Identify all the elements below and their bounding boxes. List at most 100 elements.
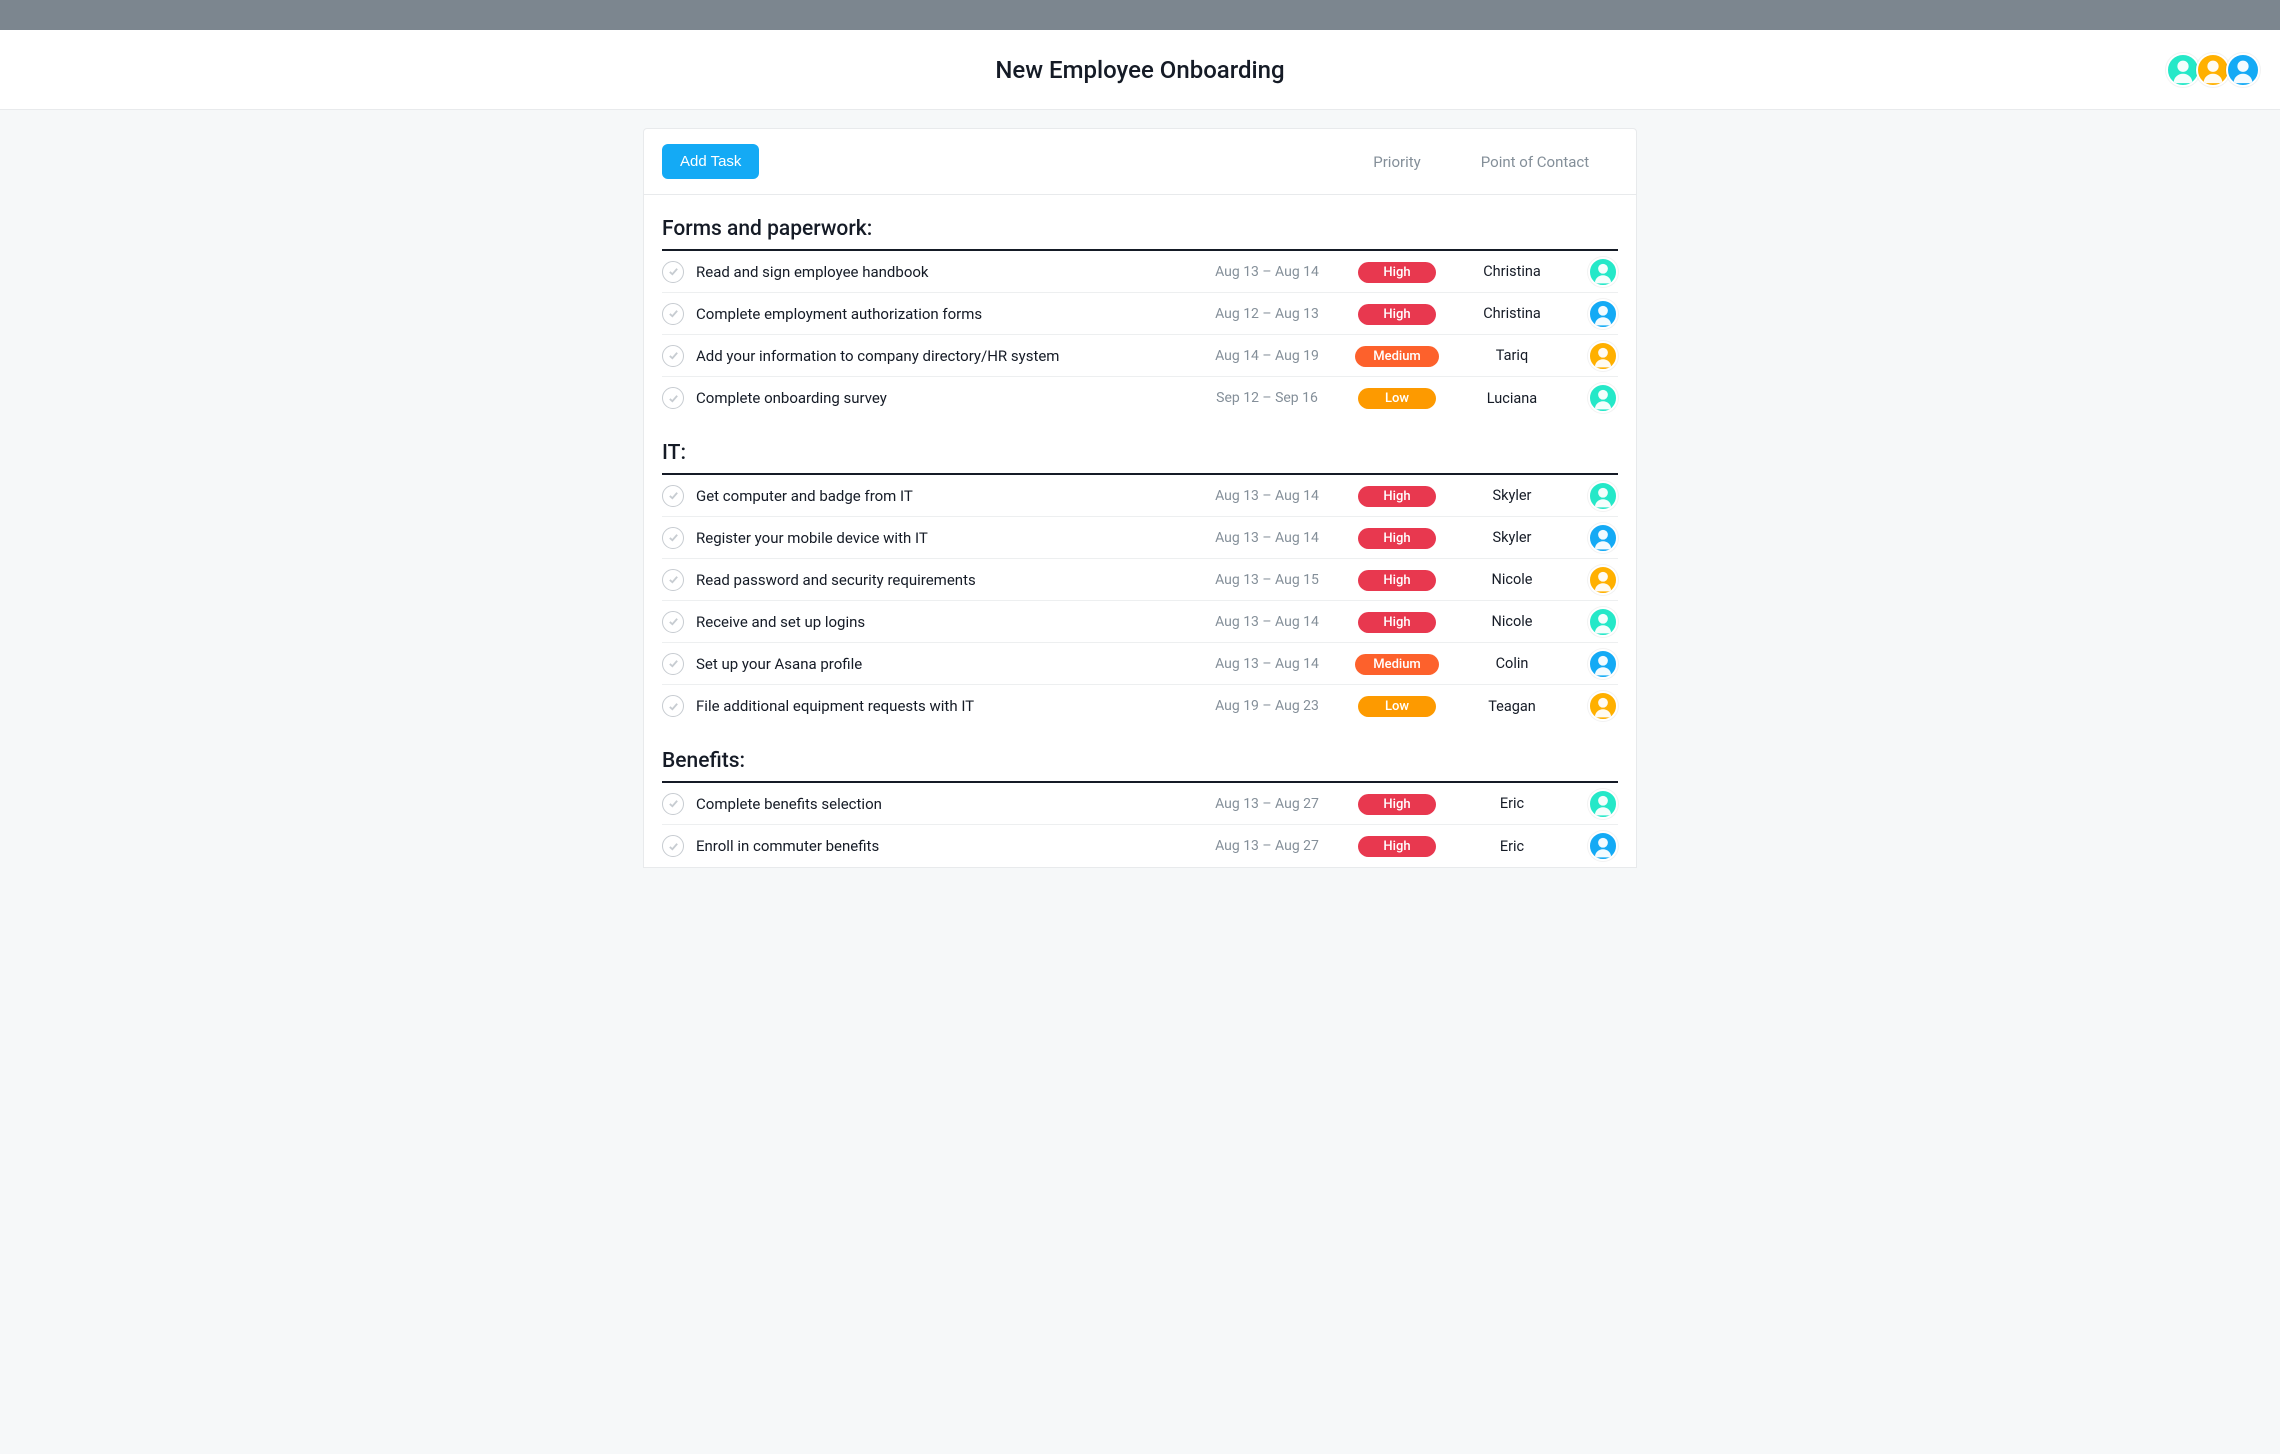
task-title[interactable]: Complete benefits selection: [696, 795, 1192, 813]
check-circle-icon[interactable]: [662, 569, 684, 591]
avatar[interactable]: [1588, 789, 1618, 819]
avatar[interactable]: [1588, 299, 1618, 329]
avatar[interactable]: [1588, 607, 1618, 637]
header-avatars: [2170, 53, 2260, 87]
task-row[interactable]: Read and sign employee handbookAug 13 – …: [662, 251, 1618, 293]
task-contact[interactable]: Teagan: [1452, 698, 1572, 715]
avatar[interactable]: [1588, 257, 1618, 287]
task-priority[interactable]: Medium: [1342, 345, 1452, 367]
task-contact[interactable]: Christina: [1452, 263, 1572, 280]
task-row[interactable]: Complete benefits selectionAug 13 – Aug …: [662, 783, 1618, 825]
task-date[interactable]: Aug 13 – Aug 14: [1192, 614, 1342, 630]
task-contact[interactable]: Skyler: [1452, 529, 1572, 546]
task-title[interactable]: File additional equipment requests with …: [696, 697, 1192, 715]
task-priority[interactable]: High: [1342, 611, 1452, 633]
task-row[interactable]: Get computer and badge from ITAug 13 – A…: [662, 475, 1618, 517]
task-title[interactable]: Add your information to company director…: [696, 347, 1192, 365]
check-circle-icon[interactable]: [662, 485, 684, 507]
task-avatar-cell: [1572, 789, 1618, 819]
avatar[interactable]: [1588, 649, 1618, 679]
section-title[interactable]: Forms and paperwork:: [662, 195, 1618, 251]
check-circle-icon[interactable]: [662, 261, 684, 283]
task-date[interactable]: Aug 13 – Aug 14: [1192, 264, 1342, 280]
toolbar: Add Task Priority Point of Contact: [644, 129, 1636, 195]
task-title[interactable]: Register your mobile device with IT: [696, 529, 1192, 547]
task-title[interactable]: Read password and security requirements: [696, 571, 1192, 589]
page-title: New Employee Onboarding: [995, 56, 1284, 84]
task-date[interactable]: Aug 13 – Aug 15: [1192, 572, 1342, 588]
task-contact[interactable]: Eric: [1452, 795, 1572, 812]
task-contact[interactable]: Nicole: [1452, 613, 1572, 630]
task-row[interactable]: Register your mobile device with ITAug 1…: [662, 517, 1618, 559]
task-sections: Forms and paperwork:Read and sign employ…: [644, 195, 1636, 867]
project-panel: Add Task Priority Point of Contact Forms…: [643, 128, 1637, 868]
task-date[interactable]: Aug 19 – Aug 23: [1192, 698, 1342, 714]
task-row[interactable]: Enroll in commuter benefitsAug 13 – Aug …: [662, 825, 1618, 867]
task-priority[interactable]: High: [1342, 261, 1452, 283]
section-title[interactable]: IT:: [662, 419, 1618, 475]
task-date[interactable]: Aug 13 – Aug 27: [1192, 838, 1342, 854]
task-contact[interactable]: Luciana: [1452, 390, 1572, 407]
task-title[interactable]: Get computer and badge from IT: [696, 487, 1192, 505]
task-priority[interactable]: High: [1342, 485, 1452, 507]
check-circle-icon[interactable]: [662, 695, 684, 717]
avatar[interactable]: [1588, 523, 1618, 553]
priority-pill: Low: [1358, 388, 1436, 409]
task-contact[interactable]: Skyler: [1452, 487, 1572, 504]
task-date[interactable]: Aug 13 – Aug 14: [1192, 530, 1342, 546]
check-circle-icon[interactable]: [662, 611, 684, 633]
check-circle-icon[interactable]: [662, 345, 684, 367]
task-date[interactable]: Aug 13 – Aug 14: [1192, 656, 1342, 672]
task-date[interactable]: Sep 12 – Sep 16: [1192, 390, 1342, 406]
task-row[interactable]: File additional equipment requests with …: [662, 685, 1618, 727]
task-contact[interactable]: Tariq: [1452, 347, 1572, 364]
task-date[interactable]: Aug 12 – Aug 13: [1192, 306, 1342, 322]
avatar[interactable]: [1588, 691, 1618, 721]
avatar[interactable]: [1588, 481, 1618, 511]
task-priority[interactable]: High: [1342, 527, 1452, 549]
check-circle-icon[interactable]: [662, 835, 684, 857]
priority-pill: High: [1358, 794, 1436, 815]
section-title[interactable]: Benefits:: [662, 727, 1618, 783]
task-priority[interactable]: High: [1342, 303, 1452, 325]
task-row[interactable]: Read password and security requirementsA…: [662, 559, 1618, 601]
task-title[interactable]: Complete onboarding survey: [696, 389, 1192, 407]
check-circle-icon[interactable]: [662, 527, 684, 549]
task-row[interactable]: Add your information to company director…: [662, 335, 1618, 377]
task-title[interactable]: Receive and set up logins: [696, 613, 1192, 631]
check-circle-icon[interactable]: [662, 303, 684, 325]
avatar[interactable]: [2196, 53, 2230, 87]
avatar[interactable]: [2226, 53, 2260, 87]
task-row[interactable]: Complete onboarding surveySep 12 – Sep 1…: [662, 377, 1618, 419]
task-contact[interactable]: Nicole: [1452, 571, 1572, 588]
task-date[interactable]: Aug 13 – Aug 27: [1192, 796, 1342, 812]
task-row[interactable]: Complete employment authorization formsA…: [662, 293, 1618, 335]
avatar[interactable]: [1588, 565, 1618, 595]
add-task-button[interactable]: Add Task: [662, 144, 759, 179]
task-contact[interactable]: Colin: [1452, 655, 1572, 672]
task-date[interactable]: Aug 13 – Aug 14: [1192, 488, 1342, 504]
task-row[interactable]: Receive and set up loginsAug 13 – Aug 14…: [662, 601, 1618, 643]
task-contact[interactable]: Eric: [1452, 838, 1572, 855]
avatar[interactable]: [1588, 383, 1618, 413]
task-priority[interactable]: High: [1342, 569, 1452, 591]
task-row[interactable]: Set up your Asana profileAug 13 – Aug 14…: [662, 643, 1618, 685]
task-date[interactable]: Aug 14 – Aug 19: [1192, 348, 1342, 364]
task-contact[interactable]: Christina: [1452, 305, 1572, 322]
check-circle-icon[interactable]: [662, 793, 684, 815]
avatar[interactable]: [2166, 53, 2200, 87]
task-title[interactable]: Read and sign employee handbook: [696, 263, 1192, 281]
avatar[interactable]: [1588, 831, 1618, 861]
task-priority[interactable]: Medium: [1342, 653, 1452, 675]
avatar[interactable]: [1588, 341, 1618, 371]
task-title[interactable]: Enroll in commuter benefits: [696, 837, 1192, 855]
task-priority[interactable]: High: [1342, 793, 1452, 815]
task-priority[interactable]: Low: [1342, 695, 1452, 717]
task-priority[interactable]: Low: [1342, 387, 1452, 409]
task-priority[interactable]: High: [1342, 835, 1452, 857]
task-avatar-cell: [1572, 299, 1618, 329]
check-circle-icon[interactable]: [662, 653, 684, 675]
task-title[interactable]: Set up your Asana profile: [696, 655, 1192, 673]
task-title[interactable]: Complete employment authorization forms: [696, 305, 1192, 323]
check-circle-icon[interactable]: [662, 387, 684, 409]
